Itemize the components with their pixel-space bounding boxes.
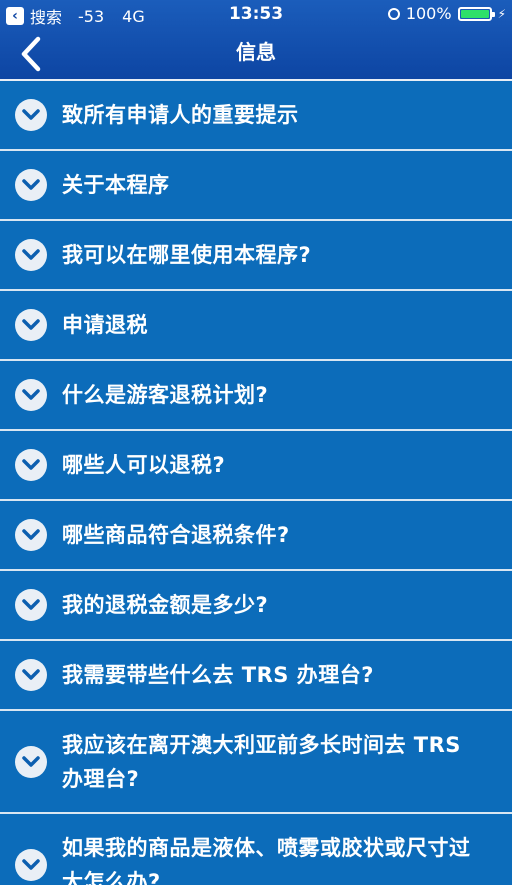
chevron-down-icon [15, 239, 47, 271]
nav-bar: 信息 [0, 30, 512, 79]
list-item-label: 我应该在离开澳大利亚前多长时间去 TRS 办理台? [62, 732, 461, 791]
list-item-label: 关于本程序 [62, 173, 170, 197]
list-item[interactable]: 我需要带些什么去 TRS 办理台? [0, 639, 512, 709]
app-root: ‹ 搜索 -53 4G 13:53 100% ⚡ 信息 致所有申请人的重要提示 … [0, 0, 512, 885]
list-item-label: 哪些商品符合退税条件? [62, 523, 290, 547]
status-right: 100% ⚡ [387, 4, 506, 23]
status-bar: ‹ 搜索 -53 4G 13:53 100% ⚡ [0, 0, 512, 30]
list-item-label: 我的退税金额是多少? [62, 593, 269, 617]
chevron-down-icon [15, 659, 47, 691]
list-item-label: 我可以在哪里使用本程序? [62, 243, 312, 267]
chevron-down-icon [15, 745, 47, 778]
list-item[interactable]: 我可以在哪里使用本程序? [0, 219, 512, 289]
list-item[interactable]: 我应该在离开澳大利亚前多长时间去 TRS 办理台? [0, 709, 512, 812]
battery-percent: 100% [405, 4, 452, 23]
charging-icon: ⚡ [497, 6, 506, 21]
list-item-label: 我需要带些什么去 TRS 办理台? [62, 663, 374, 687]
chevron-down-icon [15, 379, 47, 411]
chevron-down-icon [15, 99, 47, 131]
list-item[interactable]: 关于本程序 [0, 149, 512, 219]
chevron-down-icon [15, 309, 47, 341]
info-list: 致所有申请人的重要提示 关于本程序 我可以在哪里使用本程序? 申请退税 什么是游… [0, 79, 512, 885]
rotation-lock-icon [387, 7, 400, 20]
chevron-down-icon [15, 519, 47, 551]
chevron-down-icon [15, 848, 47, 881]
battery-icon [457, 6, 495, 21]
list-item-label: 哪些人可以退税? [62, 453, 226, 477]
header: ‹ 搜索 -53 4G 13:53 100% ⚡ 信息 [0, 0, 512, 79]
list-item[interactable]: 申请退税 [0, 289, 512, 359]
chevron-down-icon [15, 589, 47, 621]
chevron-down-icon [15, 449, 47, 481]
list-item[interactable]: 如果我的商品是液体、喷雾或胶状或尺寸过大怎么办? [0, 812, 512, 885]
list-item[interactable]: 什么是游客退税计划? [0, 359, 512, 429]
list-item[interactable]: 哪些商品符合退税条件? [0, 499, 512, 569]
list-item[interactable]: 我的退税金额是多少? [0, 569, 512, 639]
chevron-down-icon [15, 169, 47, 201]
list-item-label: 申请退税 [62, 313, 148, 337]
list-item[interactable]: 致所有申请人的重要提示 [0, 79, 512, 149]
list-item-label: 什么是游客退税计划? [62, 383, 269, 407]
page-title: 信息 [236, 40, 276, 64]
list-item[interactable]: 哪些人可以退税? [0, 429, 512, 499]
list-item-label: 致所有申请人的重要提示 [62, 103, 299, 127]
list-item-label: 如果我的商品是液体、喷雾或胶状或尺寸过大怎么办? [62, 835, 471, 885]
